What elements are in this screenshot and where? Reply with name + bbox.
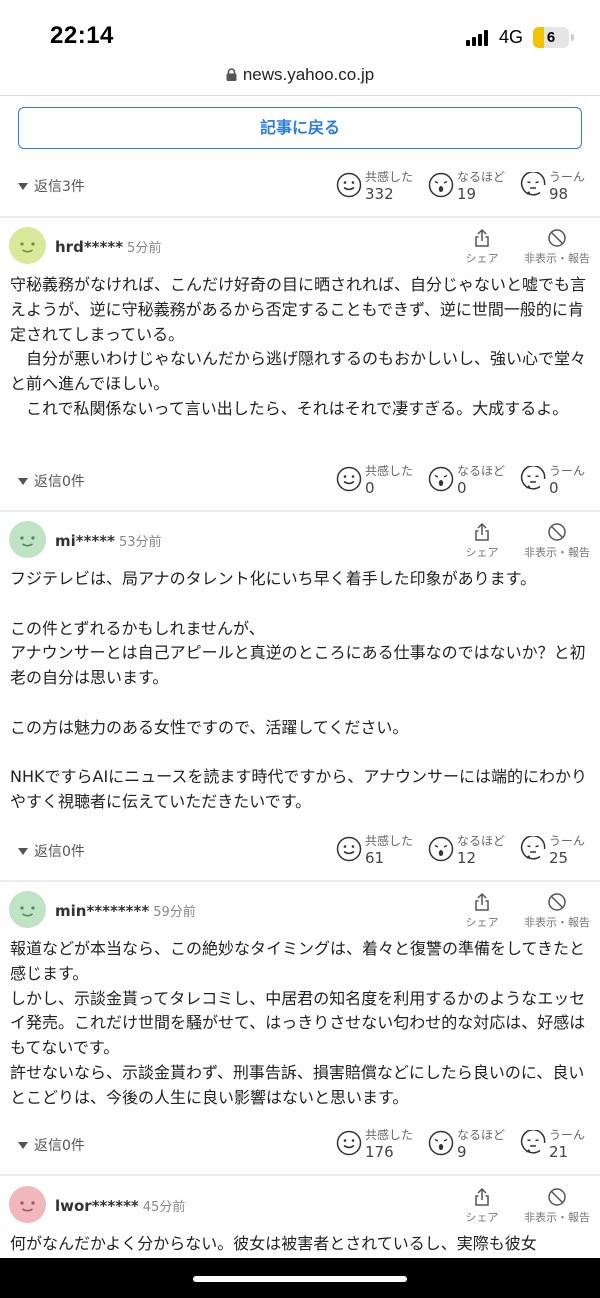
battery-level: 6	[546, 29, 556, 46]
hmm-count: 98	[549, 185, 569, 203]
comment-username[interactable]: min******** 59分前	[55, 901, 196, 920]
block-icon	[548, 893, 566, 911]
replies-toggle[interactable]: 返信3件	[18, 176, 85, 196]
comment-username[interactable]: mi***** 53分前	[55, 531, 162, 550]
share-button[interactable]: シェア	[462, 522, 502, 560]
block-icon	[548, 229, 566, 247]
hmm-count: 25	[549, 849, 569, 867]
share-icon	[475, 1187, 489, 1206]
surprised-face-icon	[428, 466, 454, 492]
caret-down-icon	[18, 848, 28, 855]
insight-button[interactable]: なるほど 9	[428, 1126, 518, 1166]
status-bar: 22:14 4G 6	[0, 0, 600, 62]
surprised-face-icon	[428, 1130, 454, 1156]
avatar	[9, 521, 46, 558]
url-text: news.yahoo.co.jp	[242, 65, 375, 84]
caret-down-icon	[18, 478, 28, 485]
hide-report-button[interactable]: 非表示・報告	[520, 892, 594, 930]
user-face-icon	[9, 227, 46, 264]
comment-body: 何がなんだかよく分からない。彼女は被害者とされているし、実際も彼女	[10, 1234, 537, 1253]
empathy-count: 0	[365, 479, 375, 497]
thinking-face-icon	[520, 836, 546, 860]
share-button[interactable]: シェア	[462, 1187, 502, 1225]
user-face-icon	[9, 521, 46, 558]
comment-body: フジテレビは、局アナのタレント化にいち早く着手した印象があります。 この件とずれ…	[10, 569, 588, 812]
smile-face-icon	[336, 172, 362, 198]
surprised-face-icon	[428, 836, 454, 862]
comment-time: 53分前	[119, 535, 162, 550]
caret-down-icon	[18, 183, 28, 190]
share-icon	[475, 892, 489, 911]
comment-time: 5分前	[127, 241, 162, 256]
surprised-face-icon	[428, 172, 454, 198]
empathy-button[interactable]: 共感した 0	[336, 462, 426, 502]
divider	[0, 880, 600, 882]
divider	[0, 216, 600, 218]
url-bar[interactable]: news.yahoo.co.jp	[0, 62, 600, 96]
insight-button[interactable]: なるほど 19	[428, 168, 518, 208]
insight-button[interactable]: なるほど 0	[428, 462, 518, 502]
share-button[interactable]: シェア	[462, 892, 502, 930]
divider	[0, 510, 600, 512]
insight-button[interactable]: なるほど 12	[428, 832, 518, 872]
comment-body: 報道などが本当なら、この絶妙なタイミングは、着々と復讐の準備をしてきたと感じます…	[10, 939, 586, 1107]
empathy-count: 332	[365, 185, 394, 203]
smile-face-icon	[336, 466, 362, 492]
comment-username[interactable]: hrd***** 5分前	[55, 237, 161, 256]
block-icon	[548, 523, 566, 541]
insight-count: 9	[457, 1143, 467, 1161]
hide-report-button[interactable]: 非表示・報告	[520, 522, 594, 560]
share-button[interactable]: シェア	[462, 228, 502, 266]
empathy-count: 61	[365, 849, 385, 867]
empathy-button[interactable]: 共感した 332	[336, 168, 426, 208]
lock-icon	[226, 68, 237, 81]
thinking-face-icon	[520, 1130, 546, 1154]
caret-down-icon	[18, 1142, 28, 1149]
avatar	[9, 891, 46, 928]
insight-count: 0	[457, 479, 467, 497]
hmm-button[interactable]: うーん 0	[520, 462, 600, 502]
home-indicator[interactable]	[193, 1276, 407, 1282]
smile-face-icon	[336, 1130, 362, 1156]
hmm-button[interactable]: うーん 98	[520, 168, 600, 208]
block-icon	[548, 1188, 566, 1206]
avatar	[9, 227, 46, 264]
replies-toggle[interactable]: 返信0件	[18, 1135, 85, 1155]
comment-username[interactable]: lwor****** 45分前	[55, 1196, 185, 1215]
divider	[0, 1174, 600, 1176]
replies-toggle[interactable]: 返信0件	[18, 841, 85, 861]
comment-time: 45分前	[142, 1200, 186, 1215]
back-to-article-button[interactable]: 記事に戻る	[18, 107, 582, 149]
hide-report-button[interactable]: 非表示・報告	[520, 1187, 594, 1225]
insight-count: 19	[457, 185, 477, 203]
avatar	[9, 1186, 46, 1223]
thinking-face-icon	[520, 466, 546, 490]
empathy-button[interactable]: 共感した 176	[336, 1126, 426, 1166]
comment-body: 守秘義務がなければ、こんだけ好奇の目に晒されれば、自分じゃないと嘘でも言えようが…	[10, 275, 587, 418]
user-face-icon	[9, 1186, 46, 1223]
comment-time: 59分前	[153, 905, 196, 920]
empathy-button[interactable]: 共感した 61	[336, 832, 426, 872]
share-icon	[475, 522, 489, 541]
replies-toggle[interactable]: 返信0件	[18, 471, 85, 491]
hmm-button[interactable]: うーん 21	[520, 1126, 600, 1166]
status-time: 22:14	[50, 22, 114, 49]
hmm-count: 21	[549, 1143, 569, 1161]
hide-report-button[interactable]: 非表示・報告	[520, 228, 594, 266]
thinking-face-icon	[520, 172, 546, 196]
battery-icon: 6	[533, 27, 569, 48]
hmm-count: 0	[549, 479, 559, 497]
insight-count: 12	[457, 849, 477, 867]
share-icon	[475, 228, 489, 247]
signal-strength-icon	[466, 30, 492, 46]
hmm-button[interactable]: うーん 25	[520, 832, 600, 872]
empathy-count: 176	[365, 1143, 394, 1161]
user-face-icon	[9, 891, 46, 928]
network-type: 4G	[499, 27, 524, 47]
smile-face-icon	[336, 836, 362, 862]
